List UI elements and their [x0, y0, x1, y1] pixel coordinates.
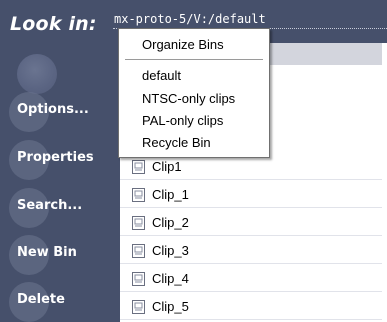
list-item[interactable]: Clip_5	[120, 295, 382, 320]
menu-item-recycle-bin[interactable]: Recycle Bin	[142, 135, 211, 150]
clip-icon	[132, 272, 145, 286]
list-item[interactable]: Clip_4	[120, 267, 382, 292]
menu-item-ntsc-only-clips[interactable]: NTSC-only clips	[142, 91, 235, 106]
list-item[interactable]: Clip_1	[120, 183, 382, 208]
options-button[interactable]: Options...	[9, 92, 89, 132]
bins-dropdown-menu: Organize Bins default NTSC-only clips PA…	[118, 28, 270, 158]
menu-item-organize-bins[interactable]: Organize Bins	[142, 37, 224, 52]
bin-selector-button[interactable]	[17, 54, 57, 94]
new-bin-button[interactable]: New Bin	[9, 235, 77, 275]
clip-icon	[132, 244, 145, 258]
clip-name: Clip_4	[152, 271, 189, 286]
clip-name: Clip_3	[152, 243, 189, 258]
delete-button[interactable]: Delete	[9, 282, 65, 322]
clip-icon	[132, 160, 145, 174]
menu-separator	[125, 59, 263, 60]
clip-icon	[132, 188, 145, 202]
clip-name: Clip1	[152, 159, 182, 174]
list-item[interactable]: Clip1	[120, 155, 382, 180]
location-path[interactable]: mx-proto-5/V:/default	[114, 12, 266, 26]
look-in-label: Look in:	[10, 13, 97, 35]
list-item[interactable]: Clip_3	[120, 239, 382, 264]
clip-name: Clip_1	[152, 187, 189, 202]
search-button[interactable]: Search...	[8, 188, 82, 228]
sidebar: Look in: Options... Properties Search...…	[0, 0, 111, 322]
menu-item-pal-only-clips[interactable]: PAL-only clips	[142, 113, 223, 128]
clip-icon	[132, 300, 145, 314]
list-item[interactable]: Clip_2	[120, 211, 382, 236]
menu-item-default[interactable]: default	[142, 68, 181, 83]
clip-name: Clip_5	[152, 299, 189, 314]
clip-icon	[132, 216, 145, 230]
clip-name: Clip_2	[152, 215, 189, 230]
properties-button[interactable]: Properties	[9, 140, 94, 180]
